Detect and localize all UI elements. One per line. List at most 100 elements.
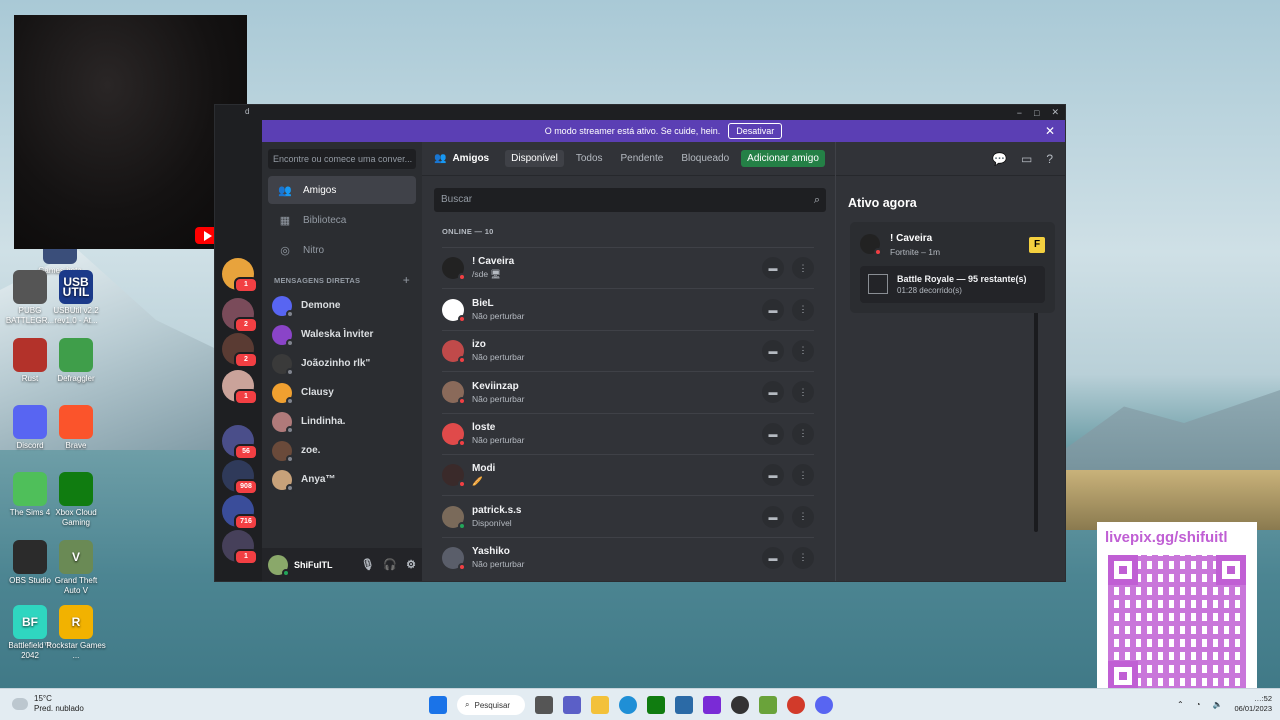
message-icon[interactable]: ▬ — [762, 381, 784, 404]
message-icon[interactable]: ▬ — [762, 422, 784, 445]
status-indicator — [286, 425, 294, 434]
dm-item[interactable]: zoe. — [262, 436, 422, 465]
conversation-search[interactable]: Encontre ou comece uma conver... — [268, 149, 416, 169]
desktop-icon[interactable]: Brave — [46, 405, 106, 451]
activity-card[interactable]: ! Caveira Fortnite – 1m F Battle Royale … — [850, 222, 1055, 313]
dm-name: Lindinha. — [301, 416, 346, 427]
desktop-icon[interactable]: USB UTIL USBUtil v2.2 rev1.0 - At... — [46, 270, 106, 326]
volume-icon[interactable]: 🔈 — [1212, 700, 1222, 709]
dm-item[interactable]: Lindinha. — [262, 407, 422, 436]
taskbar-search[interactable]: ⌕ Pesquisar — [457, 695, 525, 715]
server-icon[interactable]: 716 — [222, 495, 258, 530]
add-dm-icon[interactable]: + — [403, 273, 410, 287]
friends-search-input[interactable]: Buscar ⌕ — [434, 188, 826, 212]
nav-library[interactable]: ▦ Biblioteca — [268, 206, 416, 234]
friend-row[interactable]: Modi 🥖 ▬ ⋮ — [442, 453, 814, 495]
desktop-icon[interactable]: V Grand Theft Auto V — [46, 540, 106, 596]
game-image-icon — [868, 274, 888, 294]
more-options-icon[interactable]: ⋮ — [792, 505, 814, 528]
task-view-icon[interactable] — [535, 696, 553, 714]
minimize-button[interactable]: − — [1017, 108, 1022, 118]
deactivate-button[interactable]: Desativar — [728, 123, 783, 139]
friend-row[interactable]: ! Caveira/sde 🖥 ▬ ⋮ — [442, 247, 814, 288]
more-options-icon[interactable]: ⋮ — [792, 546, 814, 569]
clock[interactable]: …:52 06/01/2023 — [1234, 694, 1272, 714]
store-icon[interactable] — [675, 696, 693, 714]
status-indicator — [286, 396, 294, 405]
more-options-icon[interactable]: ⋮ — [792, 464, 814, 487]
message-icon[interactable]: ▬ — [762, 464, 784, 487]
friend-row[interactable]: Yashiko Não perturbar ▬ ⋮ — [442, 536, 814, 578]
discord-taskbar-icon[interactable] — [815, 696, 833, 714]
friend-info: BieL Não perturbar — [472, 298, 754, 321]
message-icon[interactable]: ▬ — [762, 298, 784, 321]
app-icon[interactable] — [787, 696, 805, 714]
network-icon[interactable]: ◔ — [1196, 700, 1201, 709]
settings-gear-icon[interactable]: ⚙ — [406, 558, 416, 571]
server-icon[interactable]: 1 — [222, 258, 258, 293]
desktop-icon[interactable]: R Rockstar Games ... — [46, 605, 106, 661]
server-icon[interactable]: 2 — [222, 298, 258, 333]
weather-desc: Pred. nublado — [34, 704, 84, 713]
tab-available[interactable]: Disponível — [505, 150, 564, 167]
dm-item[interactable]: Joãozinho rlk" — [262, 349, 422, 378]
obs-icon[interactable] — [731, 696, 749, 714]
friend-info: izo Não perturbar — [472, 339, 754, 362]
server-icon[interactable]: 1 — [222, 370, 258, 405]
qr-finder — [1108, 555, 1138, 585]
weather-widget[interactable]: 15°C Pred. nublado — [12, 694, 84, 714]
tab-blocked[interactable]: Bloqueado — [675, 150, 735, 167]
headphones-icon[interactable]: 🎧 — [383, 558, 397, 571]
chat-icon[interactable] — [563, 696, 581, 714]
friend-name: patrick.s.s — [472, 505, 522, 517]
username[interactable]: ShiFuITL — [294, 560, 333, 570]
close-banner-icon[interactable]: ✕ — [1045, 124, 1055, 138]
microphone-icon[interactable]: 🎙 — [360, 558, 374, 571]
message-icon[interactable]: ▬ — [762, 505, 784, 528]
more-options-icon[interactable]: ⋮ — [792, 339, 814, 362]
friend-row[interactable]: loste Não perturbar ▬ ⋮ — [442, 412, 814, 454]
message-icon[interactable]: ▬ — [762, 546, 784, 569]
more-options-icon[interactable]: ⋮ — [792, 381, 814, 404]
edge-icon[interactable] — [619, 696, 637, 714]
dm-item[interactable]: Waleska Ìnviter — [262, 320, 422, 349]
desktop-icon[interactable]: Defraggler — [46, 338, 106, 384]
nav-friends[interactable]: 👥 Amigos — [268, 176, 416, 204]
dm-item[interactable]: Demone — [262, 291, 422, 320]
friend-status: Não perturbar — [472, 311, 525, 322]
add-friend-button[interactable]: Adicionar amigo — [741, 150, 825, 167]
bluestacks-icon[interactable] — [759, 696, 777, 714]
qr-finder — [1108, 661, 1138, 691]
dm-item[interactable]: Clausy — [262, 378, 422, 407]
chevron-up-icon[interactable]: ⌃ — [1177, 700, 1184, 709]
message-icon[interactable]: ▬ — [762, 257, 784, 280]
server-icon[interactable]: 2 — [222, 333, 258, 368]
taskbar: 15°C Pred. nublado ⌕ Pesquisar ⌃ ◔ 🔈 …:5… — [0, 688, 1280, 720]
server-icon[interactable]: 1 — [222, 530, 258, 565]
maximize-button[interactable]: □ — [1034, 108, 1039, 118]
xbox-icon[interactable] — [647, 696, 665, 714]
dm-item[interactable]: Anya™ — [262, 465, 422, 494]
friend-row[interactable]: izo Não perturbar ▬ ⋮ — [442, 329, 814, 371]
friend-row[interactable]: patrick.s.s Disponível ▬ ⋮ — [442, 495, 814, 536]
message-icon[interactable]: ▬ — [762, 339, 784, 362]
more-options-icon[interactable]: ⋮ — [792, 422, 814, 445]
tab-pending[interactable]: Pendente — [615, 150, 670, 167]
app-icon — [59, 405, 93, 439]
more-options-icon[interactable]: ⋮ — [792, 257, 814, 280]
file-explorer-icon[interactable] — [591, 696, 609, 714]
start-icon[interactable] — [429, 696, 447, 714]
amazon-music-icon[interactable] — [703, 696, 721, 714]
tab-all[interactable]: Todos — [570, 150, 609, 167]
unread-badge: 1 — [234, 549, 258, 565]
close-window-button[interactable]: ✕ — [1051, 107, 1059, 118]
friend-row[interactable]: BieL Não perturbar ▬ ⋮ — [442, 288, 814, 329]
nav-nitro[interactable]: ◎ Nitro — [268, 236, 416, 264]
desktop-icon[interactable]: Xbox Cloud Gaming — [46, 472, 106, 528]
more-options-icon[interactable]: ⋮ — [792, 298, 814, 321]
server-icon[interactable]: 908 — [222, 460, 258, 495]
friend-info: Keviinzap Não perturbar — [472, 381, 754, 404]
server-icon[interactable]: 56 — [222, 425, 258, 460]
user-avatar[interactable] — [268, 554, 290, 577]
friend-row[interactable]: Keviinzap Não perturbar ▬ ⋮ — [442, 371, 814, 412]
